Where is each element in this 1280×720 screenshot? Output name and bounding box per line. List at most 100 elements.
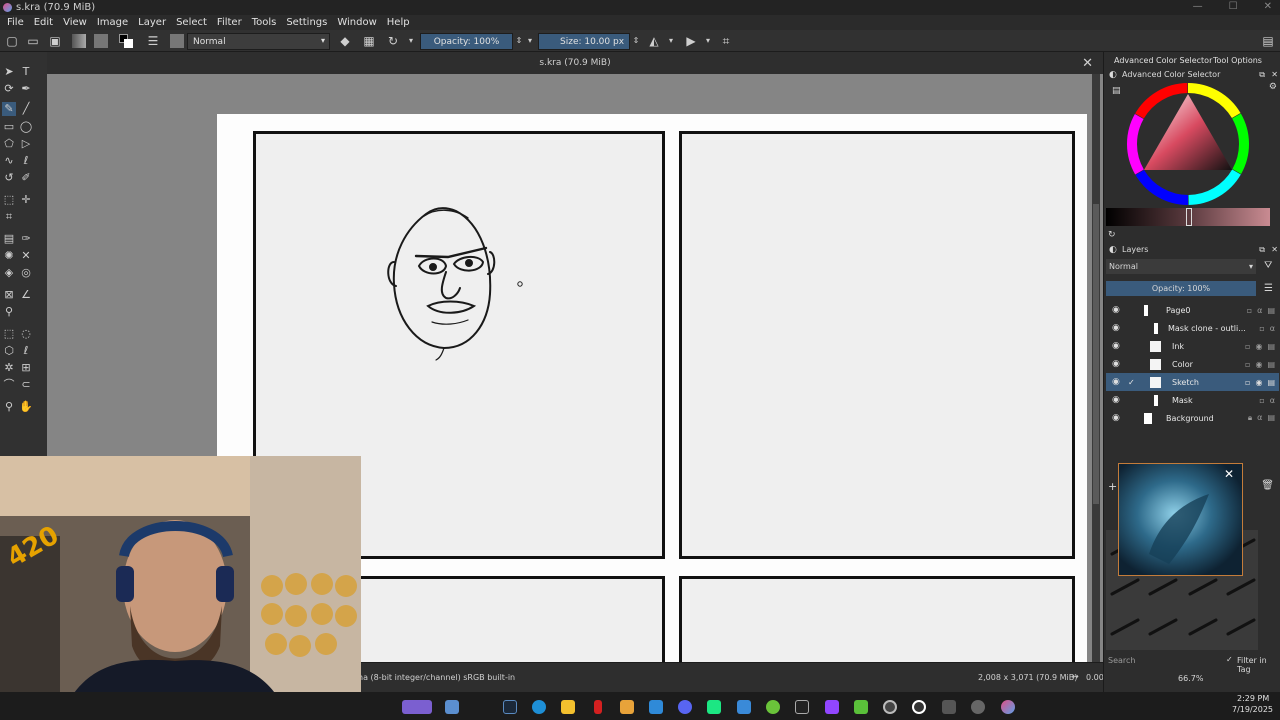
xbox-icon[interactable] (766, 700, 780, 714)
menu-settings[interactable]: Settings (286, 17, 327, 28)
app-green-icon[interactable] (854, 700, 868, 714)
line-tool-icon[interactable]: ╱ (19, 102, 33, 116)
visibility-eye-icon[interactable]: ◉ (1112, 413, 1122, 423)
menu-view[interactable]: View (63, 17, 87, 28)
alpha-icon[interactable]: α (1257, 413, 1262, 423)
contiguous-selection-tool-icon[interactable]: ✲ (2, 361, 16, 375)
lock-icon[interactable]: ▫ (1247, 306, 1252, 315)
reference-images-tool-icon[interactable]: ⚲ (2, 305, 16, 319)
minimize-icon[interactable]: — (1193, 1, 1203, 12)
layer-props-icon[interactable]: ▤ (1267, 360, 1275, 369)
alpha-icon[interactable]: α (1257, 306, 1262, 315)
alpha-icon[interactable]: α (1270, 324, 1275, 333)
lock-icon[interactable]: ▫ (1245, 342, 1250, 351)
layer-props-icon[interactable]: ▤ (1267, 413, 1275, 423)
chevron-down-icon[interactable]: ▾ (523, 34, 537, 48)
fill-tool-icon[interactable]: ◈ (2, 266, 16, 280)
reload-preset-icon[interactable]: ↻ (386, 34, 400, 48)
close-window-icon[interactable]: ✕ (1264, 1, 1272, 12)
layer-blend-dropdown[interactable]: Normal ▾ (1106, 259, 1256, 274)
tab-tool-options[interactable]: Tool Options (1213, 56, 1262, 65)
wrap-around-icon[interactable]: ⌗ (719, 34, 733, 48)
workspace-icon[interactable]: ▤ (1261, 34, 1275, 48)
task-view-icon[interactable] (445, 700, 459, 714)
lock-icon[interactable]: ▫ (1245, 360, 1250, 369)
clock-time[interactable]: 2:29 PM (1237, 694, 1269, 703)
store-icon[interactable] (620, 700, 634, 714)
inherit-alpha-icon[interactable]: ◉ (1255, 342, 1262, 351)
gradient-tool-icon[interactable]: ▤ (2, 232, 16, 246)
crop-tool-icon[interactable]: ⌗ (2, 210, 16, 224)
maximize-icon[interactable]: ☐ (1229, 1, 1238, 12)
float-panel-icon[interactable]: ⧉ (1259, 68, 1265, 82)
menu-layer[interactable]: Layer (138, 17, 166, 28)
color-shade-slider[interactable] (1106, 208, 1270, 226)
discord-icon[interactable] (678, 700, 692, 714)
krita-taskbar-icon[interactable] (1001, 700, 1015, 714)
layer-row-selected[interactable]: ◉ ✓ Sketch ▫ ◉ ▤ (1106, 373, 1279, 391)
search-app-icon[interactable] (402, 700, 432, 714)
visibility-eye-icon[interactable]: ◉ (1112, 395, 1122, 405)
layer-opacity-slider[interactable]: Opacity: 100% (1106, 281, 1256, 296)
inherit-alpha-icon[interactable]: ◉ (1255, 378, 1262, 387)
alpha-lock-icon[interactable]: ▦ (362, 34, 376, 48)
menu-window[interactable]: Window (337, 17, 376, 28)
menu-filter[interactable]: Filter (217, 17, 242, 28)
twitch-icon[interactable] (825, 700, 839, 714)
close-panel-icon[interactable]: ✕ (1271, 243, 1278, 257)
app-round-icon[interactable] (971, 700, 985, 714)
unity-icon[interactable] (795, 700, 809, 714)
add-layer-icon[interactable]: + (1108, 480, 1117, 493)
ellipse-tool-icon[interactable]: ◯ (19, 120, 33, 134)
visibility-eye-icon[interactable]: ◉ (1112, 341, 1122, 351)
menu-select[interactable]: Select (176, 17, 207, 28)
vertical-scrollbar[interactable] (1092, 74, 1100, 662)
similar-selection-tool-icon[interactable]: ⊞ (19, 361, 33, 375)
chevron-down-icon[interactable]: ▾ (701, 34, 715, 48)
layer-row[interactable]: ◉ Page0 ▫ α ▤ (1106, 301, 1279, 319)
mirror-horizontal-icon[interactable]: ◭ (647, 34, 661, 48)
color-picker-tool-icon[interactable]: ✑ (19, 232, 33, 246)
shade-slider-handle[interactable] (1186, 208, 1192, 226)
layer-row[interactable]: ◉ Background 🔒︎ α ▤ (1106, 409, 1279, 427)
layer-props-icon[interactable]: ▤ (1267, 306, 1275, 315)
settings-icon[interactable] (942, 700, 956, 714)
edge-icon[interactable] (532, 700, 546, 714)
lock-icon[interactable]: ▫ (1245, 378, 1250, 387)
lock-closed-icon[interactable]: 🔒︎ (1248, 413, 1252, 423)
transform-tool-icon[interactable]: ⬚ (2, 193, 16, 207)
pan-tool-icon[interactable]: ✋ (19, 400, 33, 414)
delete-layer-icon[interactable]: 🗑︎ (1261, 480, 1274, 491)
close-popup-icon[interactable]: ✕ (1224, 467, 1234, 481)
tab-advanced-color-selector[interactable]: Advanced Color Selector (1114, 56, 1212, 65)
layer-menu-icon[interactable]: ☰ (1264, 283, 1273, 294)
elliptical-selection-tool-icon[interactable]: ◌ (19, 327, 33, 341)
steam-icon[interactable] (503, 700, 517, 714)
media-player-icon[interactable] (912, 700, 926, 714)
size-slider[interactable]: Size: 10.00 px (538, 33, 630, 50)
comic-panel-2[interactable] (679, 131, 1075, 559)
gradient-icon[interactable] (72, 34, 86, 48)
clock-date[interactable]: 7/19/2025 (1232, 705, 1273, 714)
eraser-icon[interactable]: ◆ (338, 34, 352, 48)
calligraphy-tool-icon[interactable]: ✒ (19, 82, 33, 96)
layer-row[interactable]: ◉ Mask clone - outli... ▫ α (1106, 319, 1279, 337)
brush-settings-icon[interactable]: ☰ (146, 34, 160, 48)
photos-icon[interactable] (649, 700, 663, 714)
scrollbar-thumb[interactable] (1093, 204, 1099, 504)
filter-in-tag-checkbox[interactable]: ✓ (1226, 655, 1233, 664)
size-stepper-icon[interactable]: ⇕ (629, 34, 643, 48)
file-explorer-icon[interactable] (561, 700, 575, 714)
blend-mode-dropdown[interactable]: Normal ▾ (187, 33, 330, 50)
close-panel-icon[interactable]: ✕ (1271, 68, 1278, 82)
menu-file[interactable]: File (7, 17, 24, 28)
menu-edit[interactable]: Edit (34, 17, 53, 28)
app-icon[interactable] (737, 700, 751, 714)
visibility-eye-icon[interactable]: ◉ (1112, 377, 1122, 387)
filter-icon[interactable]: ⛛ (1264, 260, 1272, 271)
measure-tool-icon[interactable]: ∠ (19, 288, 33, 302)
zoom-tool-icon[interactable]: ⚲ (2, 400, 16, 414)
multibrush-tool-icon[interactable]: ✐ (19, 171, 33, 185)
layer-row[interactable]: ◉ Ink ▫ ◉ ▤ (1106, 337, 1279, 355)
brush-search-input[interactable]: Search (1108, 656, 1135, 665)
